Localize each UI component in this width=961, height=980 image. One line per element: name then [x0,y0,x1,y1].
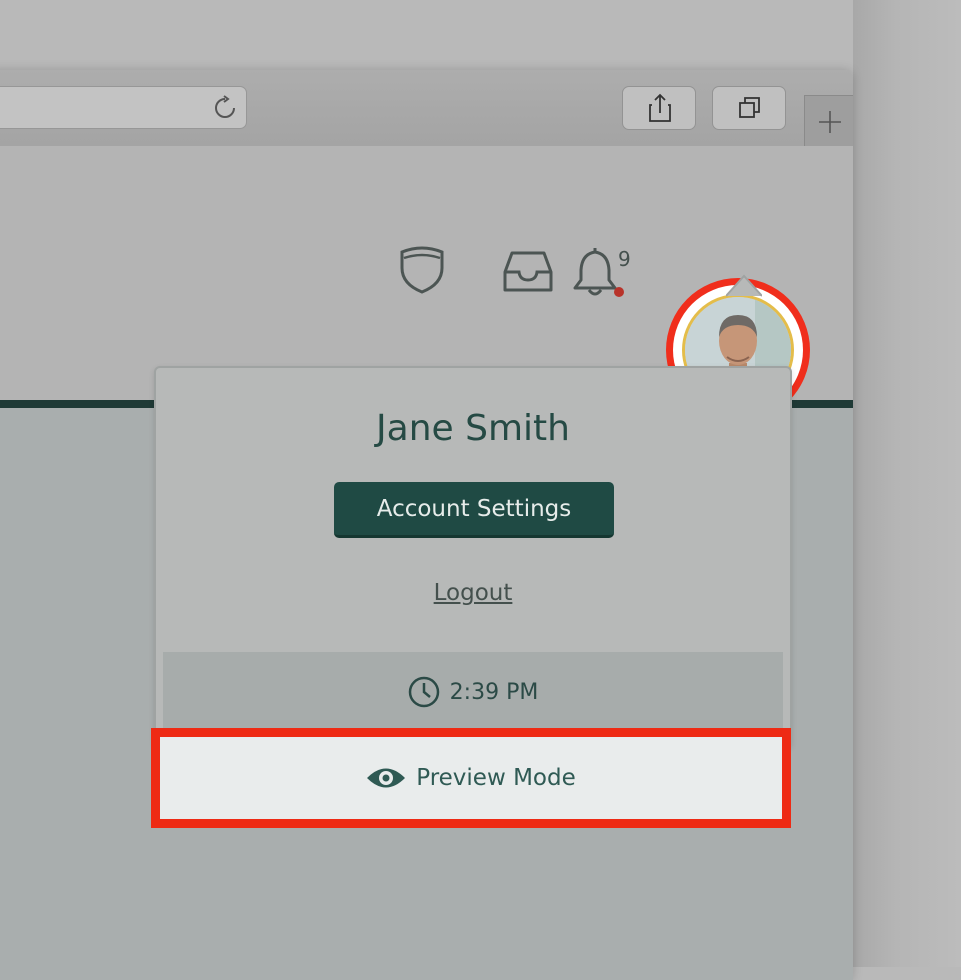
notification-count: 9 [618,247,631,271]
preview-mode-label: Preview Mode [416,765,576,791]
tabs-overview-button[interactable] [712,86,786,130]
bell-icon[interactable] [572,246,618,302]
shield-icon[interactable] [398,246,446,298]
eye-icon [366,765,406,791]
time-text: 2:39 PM [449,679,539,705]
notification-dot [614,287,624,297]
share-button[interactable] [622,86,696,130]
preview-mode-button[interactable]: Preview Mode [151,728,791,828]
address-bar[interactable] [0,86,247,129]
profile-dropdown: Jane Smith Account Settings Logout 2:39 … [154,366,792,748]
browser-toolbar [0,70,853,147]
desktop-background [853,0,961,967]
local-time: 2:39 PM [163,652,783,732]
dropdown-caret [726,274,762,297]
logout-link[interactable]: Logout [156,580,790,606]
inbox-icon[interactable] [502,250,554,298]
clock-icon [408,676,440,708]
user-name: Jane Smith [376,408,570,449]
reload-icon[interactable] [212,95,238,121]
account-settings-button[interactable]: Account Settings [334,482,614,538]
new-tab-button[interactable] [804,95,853,146]
